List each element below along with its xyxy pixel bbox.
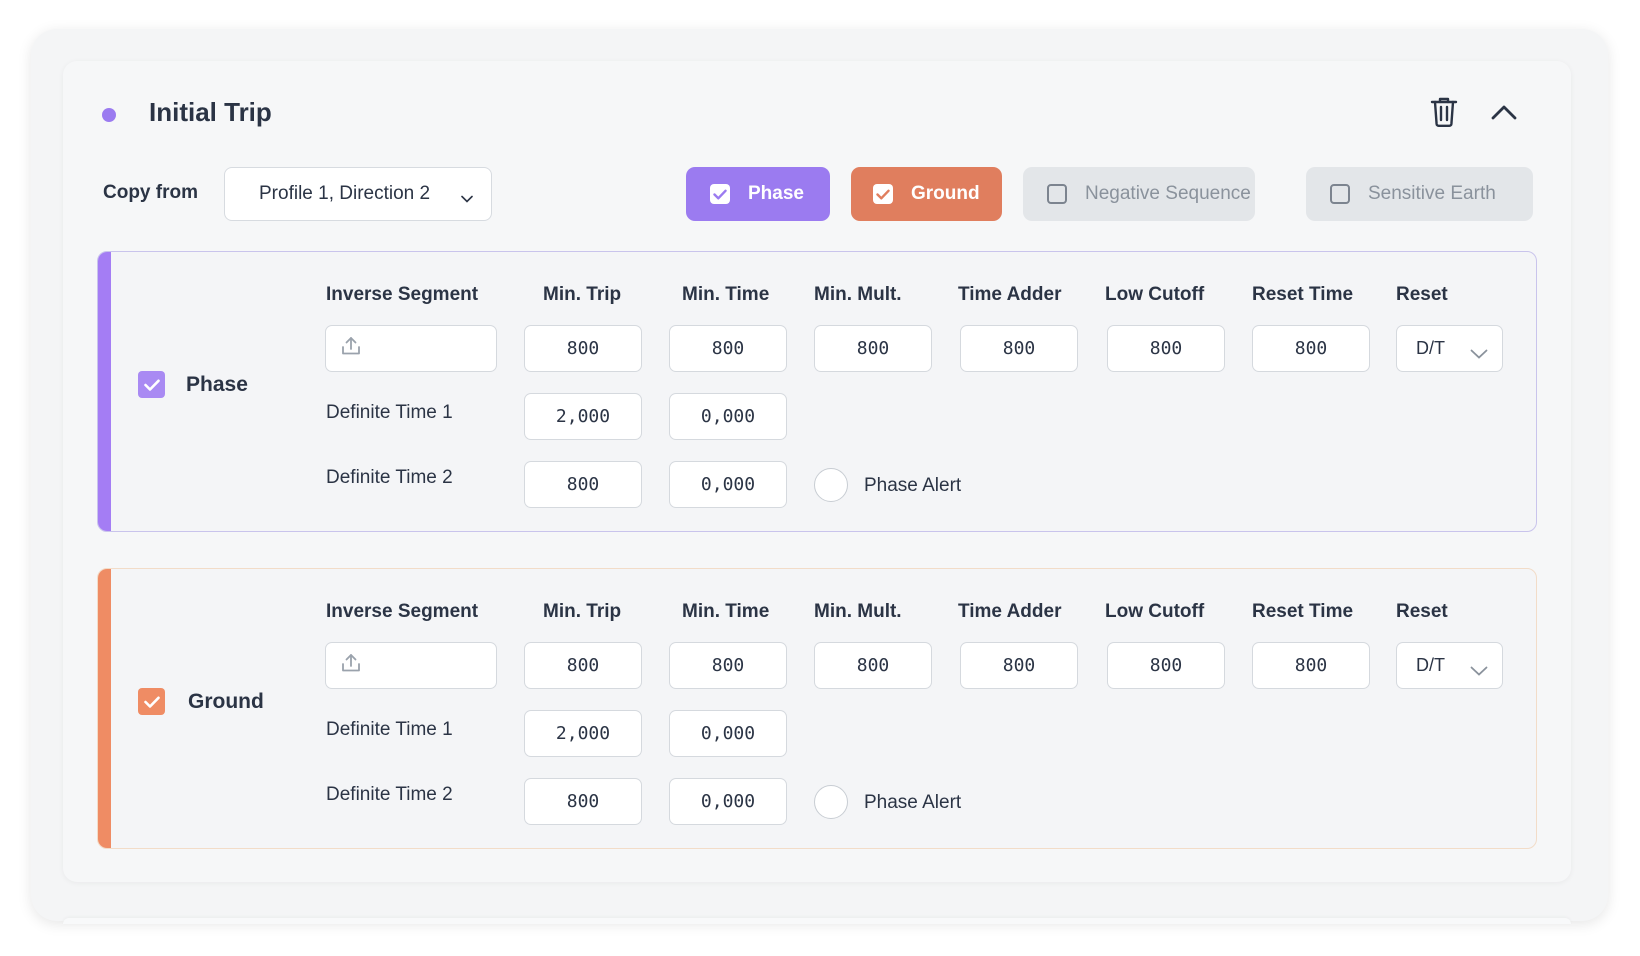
phase-enable-checkbox[interactable] [138, 371, 165, 398]
collapse-button[interactable] [1486, 95, 1522, 133]
low-cutoff-input[interactable]: 800 [1107, 325, 1225, 372]
min-mult-input[interactable]: 800 [814, 325, 932, 372]
reset-select[interactable]: D/T [1396, 642, 1503, 689]
col-reset-time: Reset Time [1252, 601, 1354, 622]
section-status-dot [102, 108, 116, 122]
definite-time-2-label: Definite Time 2 [326, 784, 453, 805]
col-inverse-segment: Inverse Segment [326, 601, 479, 622]
col-low-cutoff: Low Cutoff [1105, 284, 1205, 305]
phase-panel: Phase Inverse Segment Min. Trip Min. Tim… [97, 251, 1537, 532]
col-reset-time: Reset Time [1252, 284, 1354, 305]
dt2-min-time-input[interactable]: 0,000 [669, 778, 787, 825]
next-card-edge [63, 918, 1571, 924]
copy-from-value: Profile 1, Direction 2 [259, 183, 431, 204]
trash-icon [1430, 96, 1458, 133]
min-trip-input[interactable]: 800 [524, 325, 642, 372]
toggle-phase[interactable]: Phase [686, 167, 830, 221]
reset-select[interactable]: D/T [1396, 325, 1503, 372]
reset-time-input[interactable]: 800 [1252, 642, 1370, 689]
col-time-adder: Time Adder [958, 601, 1062, 622]
dt2-min-time-input[interactable]: 0,000 [669, 461, 787, 508]
definite-time-1-label: Definite Time 1 [326, 402, 453, 423]
time-adder-input[interactable]: 800 [960, 325, 1078, 372]
col-reset: Reset [1396, 284, 1448, 305]
dt1-min-time-input[interactable]: 0,000 [669, 710, 787, 757]
col-min-trip: Min. Trip [543, 601, 622, 622]
toggle-sensitive-earth[interactable]: Sensitive Earth [1306, 167, 1533, 221]
col-min-time: Min. Time [682, 601, 770, 622]
col-inverse-segment: Inverse Segment [326, 284, 479, 305]
phase-alert-radio[interactable] [814, 468, 848, 502]
dt1-min-trip-input[interactable]: 2,000 [524, 710, 642, 757]
copy-from-select[interactable]: Profile 1, Direction 2 [224, 167, 492, 221]
chevron-up-icon [1491, 104, 1517, 125]
min-time-input[interactable]: 800 [669, 642, 787, 689]
phase-alert-label: Phase Alert [864, 792, 962, 813]
check-icon [143, 379, 160, 391]
dt2-min-trip-input[interactable]: 800 [524, 778, 642, 825]
toggle-negative-sequence-label: Negative Sequence [1085, 183, 1251, 204]
reset-value: D/T [1416, 338, 1445, 358]
reset-value: D/T [1416, 655, 1445, 675]
phase-alert-label: Phase Alert [864, 475, 962, 496]
toggle-phase-label: Phase [748, 183, 804, 204]
time-adder-input[interactable]: 800 [960, 642, 1078, 689]
toggle-sensitive-earth-label: Sensitive Earth [1368, 183, 1496, 204]
col-time-adder: Time Adder [958, 284, 1062, 305]
definite-time-1-label: Definite Time 1 [326, 719, 453, 740]
toggle-ground[interactable]: Ground [851, 167, 1002, 221]
section-title: Initial Trip [149, 97, 272, 127]
min-time-input[interactable]: 800 [669, 325, 787, 372]
checkbox-checked-icon [873, 184, 893, 204]
chevron-down-icon [1470, 660, 1488, 681]
col-min-mult: Min. Mult. [814, 284, 902, 305]
phase-panel-label: Phase [186, 373, 248, 396]
min-mult-input[interactable]: 800 [814, 642, 932, 689]
checkbox-empty-icon [1330, 184, 1350, 204]
toggle-negative-sequence[interactable]: Negative Sequence [1023, 167, 1255, 221]
ground-enable-checkbox[interactable] [138, 688, 165, 715]
checkbox-empty-icon [1047, 184, 1067, 204]
chevron-down-icon [461, 187, 473, 209]
ground-panel-label: Ground [188, 690, 264, 713]
upload-icon [340, 652, 362, 679]
ground-panel: Ground Inverse Segment Min. Trip Min. Ti… [97, 568, 1537, 849]
col-reset: Reset [1396, 601, 1448, 622]
dt1-min-time-input[interactable]: 0,000 [669, 393, 787, 440]
phase-accent-stripe [98, 252, 111, 531]
ground-accent-stripe [98, 569, 111, 848]
low-cutoff-input[interactable]: 800 [1107, 642, 1225, 689]
col-low-cutoff: Low Cutoff [1105, 601, 1205, 622]
delete-button[interactable] [1426, 95, 1462, 133]
col-min-trip: Min. Trip [543, 284, 622, 305]
inverse-segment-upload[interactable] [325, 642, 497, 689]
dt2-min-trip-input[interactable]: 800 [524, 461, 642, 508]
toggle-ground-label: Ground [911, 183, 980, 204]
upload-icon [340, 335, 362, 362]
dt1-min-trip-input[interactable]: 2,000 [524, 393, 642, 440]
inverse-segment-upload[interactable] [325, 325, 497, 372]
copy-from-label: Copy from [103, 182, 198, 203]
check-icon [143, 696, 160, 708]
reset-time-input[interactable]: 800 [1252, 325, 1370, 372]
col-min-mult: Min. Mult. [814, 601, 902, 622]
checkbox-checked-icon [710, 184, 730, 204]
phase-alert-radio[interactable] [814, 785, 848, 819]
definite-time-2-label: Definite Time 2 [326, 467, 453, 488]
min-trip-input[interactable]: 800 [524, 642, 642, 689]
chevron-down-icon [1470, 343, 1488, 364]
col-min-time: Min. Time [682, 284, 770, 305]
